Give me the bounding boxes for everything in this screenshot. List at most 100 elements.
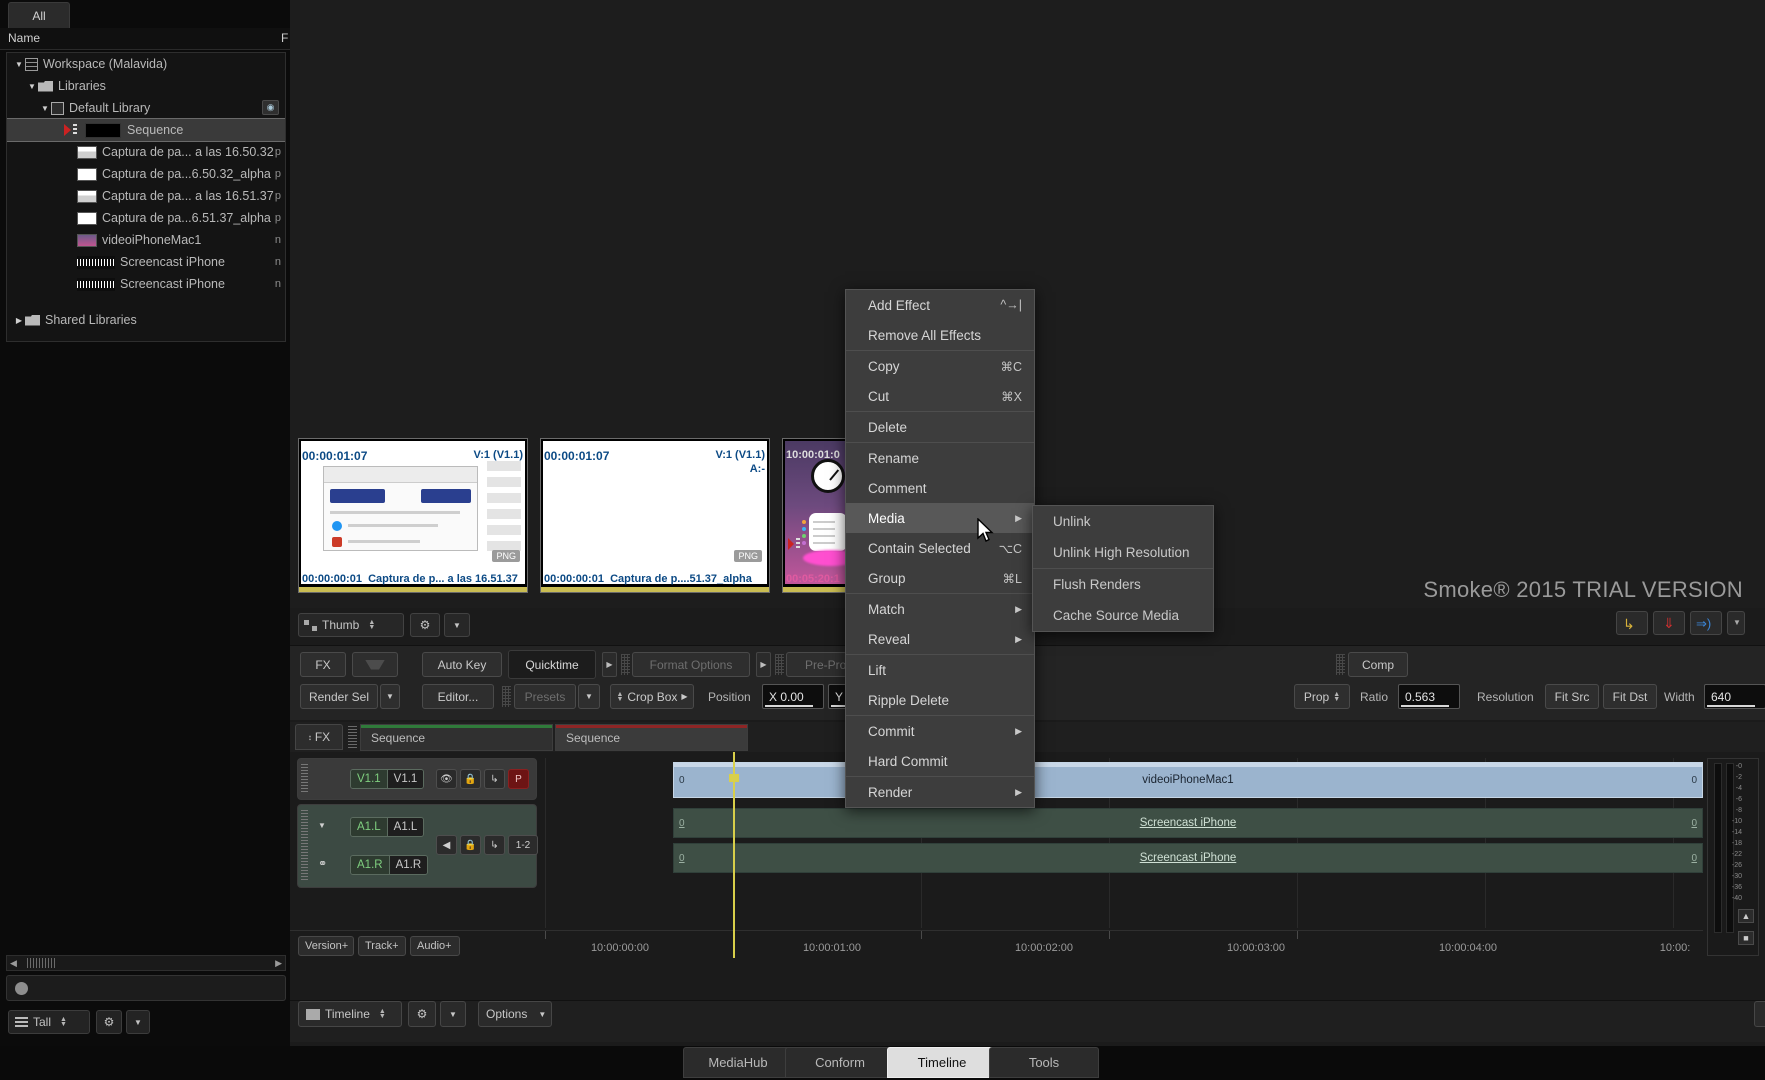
- track-v1-arrow-icon-button[interactable]: ↳: [484, 769, 505, 789]
- comp-button[interactable]: Comp: [1348, 652, 1408, 677]
- track-a1-collapse-icon[interactable]: ▼: [318, 821, 326, 830]
- library-row-5[interactable]: Captura de pa...6.50.32_alpha p: [7, 163, 285, 185]
- editor-button[interactable]: Editor...: [422, 684, 494, 709]
- scroll-thumb[interactable]: [27, 958, 57, 968]
- render-sel-dropdown[interactable]: ▼: [380, 684, 400, 709]
- menu-item-render[interactable]: Render ▶: [846, 777, 1034, 807]
- scroll-right-icon[interactable]: ▶: [275, 958, 282, 969]
- prop-button[interactable]: Prop ▲ ▼: [1294, 684, 1350, 709]
- track-add-button[interactable]: Track+: [358, 936, 406, 956]
- menu-item-comment[interactable]: Comment: [846, 473, 1034, 503]
- slider-knob[interactable]: [15, 982, 28, 995]
- menu-item-cut[interactable]: Cut ⌘X: [846, 381, 1034, 411]
- thumb-dropdown-button[interactable]: ▼: [444, 613, 470, 637]
- library-row-9[interactable]: Screencast iPhone n: [7, 251, 285, 273]
- track-v1-p-button[interactable]: P: [508, 769, 529, 789]
- library-row-4[interactable]: Captura de pa... a las 16.50.32 p: [7, 141, 285, 163]
- menu-item-reveal[interactable]: Reveal ▶: [846, 624, 1034, 654]
- menu-item-commit[interactable]: Commit ▶: [846, 716, 1034, 746]
- fx-tab[interactable]: ↕ FX: [295, 724, 343, 750]
- tab-conform[interactable]: Conform: [785, 1047, 895, 1078]
- presets-dropdown[interactable]: ▼: [578, 684, 600, 709]
- thumb-mode-button[interactable]: Thumb ▲ ▼: [298, 613, 404, 637]
- submenu-item-unlink-high-resolution[interactable]: Unlink High Resolution: [1033, 537, 1213, 568]
- track-v1-eye-icon-button[interactable]: 👁: [436, 769, 457, 789]
- library-row-7[interactable]: Captura de pa...6.51.37_alpha p: [7, 207, 285, 229]
- view-mode-button[interactable]: Tall ▲ ▼: [8, 1010, 90, 1034]
- auto-key-button[interactable]: Auto Key: [422, 652, 502, 677]
- library-row-3[interactable]: Sequence: [7, 118, 285, 142]
- submenu-item-flush-renders[interactable]: Flush Renders: [1033, 569, 1213, 600]
- render-sel-button[interactable]: Render Sel: [300, 684, 378, 709]
- format-options-button[interactable]: Format Options: [632, 652, 750, 677]
- timeline-mode-button[interactable]: Timeline ▲ ▼: [298, 1001, 402, 1027]
- version-add-button[interactable]: Version+: [298, 936, 354, 956]
- library-tree[interactable]: ▼ Workspace (Malavida) ▼ Libraries ▼ Default …: [6, 52, 286, 342]
- thumb-mode-spinner[interactable]: ▲ ▼: [368, 619, 375, 631]
- menu-item-lift[interactable]: Lift: [846, 655, 1034, 685]
- menu-item-add-effect[interactable]: Add Effect ^→|: [846, 290, 1034, 320]
- tree-twisty[interactable]: ▼: [13, 60, 25, 69]
- menu-item-ripple-delete[interactable]: Ripple Delete: [846, 685, 1034, 715]
- timeline-clip-audio-2[interactable]: 0 Screencast iPhone 0: [673, 843, 1703, 873]
- menu-item-contain-selected[interactable]: Contain Selected ⌥C: [846, 533, 1034, 563]
- menu-item-rename[interactable]: Rename: [846, 443, 1034, 473]
- format-options-grip[interactable]: [621, 654, 630, 675]
- meter-up-button[interactable]: ▲: [1738, 909, 1754, 923]
- presets-button[interactable]: Presets: [514, 684, 576, 709]
- track-a1l-tags[interactable]: A1.L A1.L: [350, 817, 425, 837]
- library-row-6[interactable]: Captura de pa... a las 16.51.37 p: [7, 185, 285, 207]
- track-a1-speaker-icon-button[interactable]: ◀: [436, 835, 457, 855]
- crop-box-spinner[interactable]: ▲ ▼: [616, 691, 623, 703]
- library-row-8[interactable]: videoiPhoneMac1 n: [7, 229, 285, 251]
- submenu-item-cache-source-media[interactable]: Cache Source Media: [1033, 600, 1213, 631]
- viewer-dropdown-button[interactable]: ▼: [1727, 611, 1745, 635]
- library-gear-button[interactable]: ⚙: [96, 1010, 122, 1034]
- library-row-2[interactable]: ▼ Default Library ◉: [7, 97, 285, 119]
- timeline-clip-audio-1[interactable]: 0 Screencast iPhone 0: [673, 808, 1703, 838]
- track-a1-link-icon[interactable]: ⚭: [318, 857, 327, 870]
- fx-shape-button[interactable]: [352, 652, 398, 677]
- menu-item-group[interactable]: Group ⌘L: [846, 563, 1034, 593]
- bottom-gear-button[interactable]: ⚙: [408, 1001, 436, 1027]
- track-header-a1[interactable]: ▼ A1.L A1.L ⚭ A1.R A1.R ◀ 🔒 ↳ 1-2: [297, 804, 538, 888]
- library-row-11[interactable]: ▶ Shared Libraries: [7, 309, 285, 331]
- tree-twisty[interactable]: ▼: [26, 82, 38, 91]
- menu-item-match[interactable]: Match ▶: [846, 594, 1034, 624]
- library-horizontal-scrollbar[interactable]: ◀ ▶: [6, 955, 286, 971]
- menu-item-delete[interactable]: Delete: [846, 412, 1034, 442]
- presets-grip[interactable]: [502, 686, 511, 707]
- playhead[interactable]: [729, 752, 739, 958]
- link-media-button[interactable]: ⇒): [1690, 611, 1722, 635]
- library-row-1[interactable]: ▼ Libraries: [7, 75, 285, 97]
- fit-src-button[interactable]: Fit Src: [1545, 684, 1599, 709]
- options-button[interactable]: Options ▼: [478, 1001, 552, 1027]
- menu-item-hard-commit[interactable]: Hard Commit: [846, 746, 1034, 776]
- meter-down-button[interactable]: ■: [1738, 931, 1754, 945]
- audio-add-button[interactable]: Audio+: [410, 936, 460, 956]
- library-dropdown-button[interactable]: ▼: [126, 1010, 150, 1034]
- playhead-marker[interactable]: [729, 774, 739, 782]
- track-a1r-tags[interactable]: A1.R A1.R: [350, 855, 429, 875]
- fit-dst-button[interactable]: Fit Dst: [1603, 684, 1657, 709]
- tab-mediahub[interactable]: MediaHub: [683, 1047, 793, 1078]
- track-a1-channel-button[interactable]: 1-2: [508, 835, 538, 855]
- track-a1-grip[interactable]: [301, 810, 308, 882]
- tab-timeline[interactable]: Timeline: [887, 1047, 997, 1078]
- track-a1-arrow-icon-button[interactable]: ↳: [484, 835, 505, 855]
- ratio-field[interactable]: 0.563: [1398, 684, 1460, 709]
- track-v1-tags[interactable]: V1.1 V1.1: [350, 769, 425, 789]
- return-arrow-button[interactable]: ↳: [1616, 611, 1648, 635]
- menu-item-media[interactable]: Media ▶: [846, 503, 1034, 533]
- timeline-mode-spinner[interactable]: ▲ ▼: [379, 1008, 386, 1020]
- crop-box-button[interactable]: ▲ ▼ Crop Box ▶: [610, 684, 694, 709]
- library-row-10[interactable]: Screencast iPhone n: [7, 273, 285, 295]
- clip-thumbnail-2[interactable]: PNG 00:00:01:07 V:1 (V1.1) A:- 00:00:00:…: [540, 438, 770, 593]
- track-a1-lock-icon-button[interactable]: 🔒: [460, 835, 481, 855]
- tab-sequence-2[interactable]: Sequence: [555, 724, 748, 751]
- tree-twisty[interactable]: ▼: [39, 104, 51, 113]
- scroll-left-icon[interactable]: ◀: [10, 958, 17, 969]
- fx-button[interactable]: FX: [300, 652, 346, 677]
- clip-context-menu[interactable]: Add Effect ^→| Remove All Effects Copy ⌘C Cut…: [845, 289, 1035, 808]
- eye-icon[interactable]: ◉: [262, 100, 279, 115]
